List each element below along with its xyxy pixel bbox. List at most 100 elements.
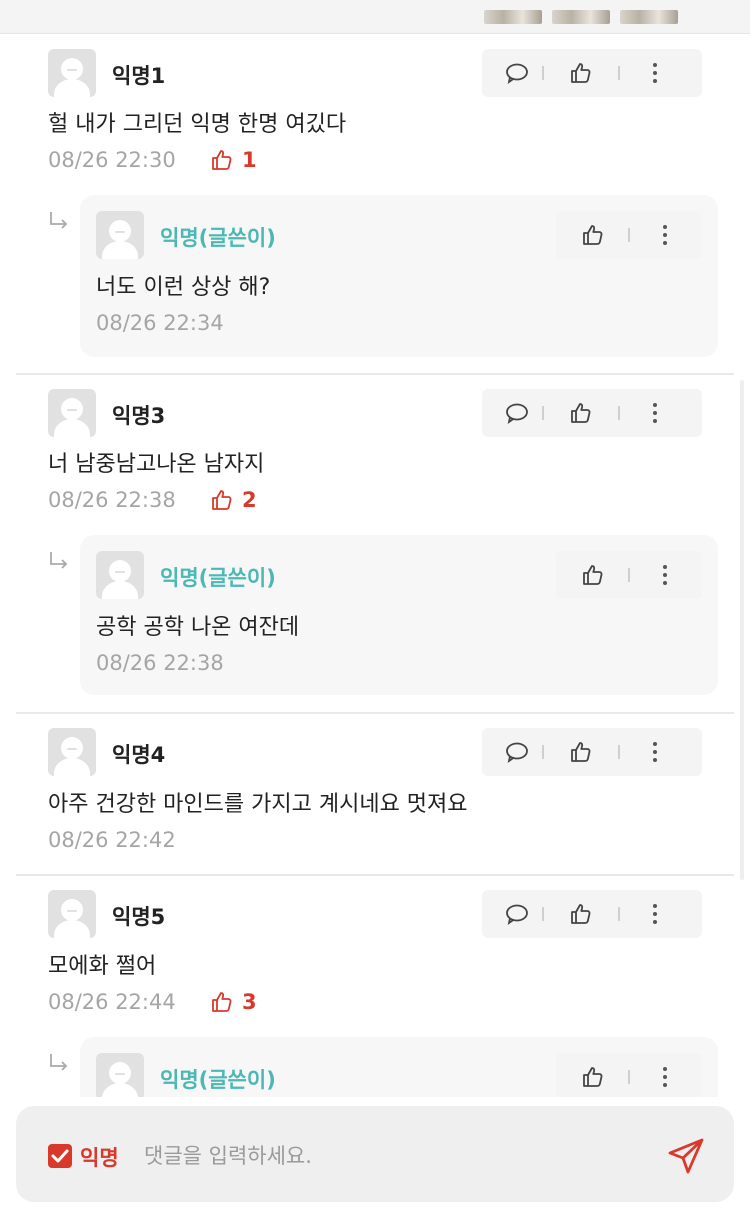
comment-text: 모에화 쩔어 bbox=[48, 954, 157, 979]
comment-author: 익명1 bbox=[112, 64, 166, 88]
divider bbox=[16, 712, 734, 714]
avatar bbox=[48, 49, 96, 97]
thumbs-up-icon bbox=[583, 565, 603, 585]
reply-time: 08/26 22:34 bbox=[96, 311, 224, 335]
more-vertical-icon bbox=[653, 63, 657, 83]
like-button[interactable] bbox=[568, 1053, 618, 1097]
avatar bbox=[48, 389, 96, 437]
like-count-value: 2 bbox=[242, 488, 257, 512]
reply-button[interactable] bbox=[492, 389, 542, 437]
like-count: 2 bbox=[210, 488, 257, 512]
divider bbox=[16, 874, 734, 876]
more-options-button[interactable] bbox=[640, 1053, 690, 1097]
comment-text: 너 남중남고나온 남자지 bbox=[48, 452, 265, 477]
comment-author: 익명4 bbox=[112, 743, 166, 767]
anonymous-label[interactable]: 익명 bbox=[80, 1142, 119, 1172]
comment-text: 아주 건강한 마인드를 가지고 계시네요 멋져요 bbox=[48, 792, 468, 817]
thumbs-up-icon bbox=[571, 742, 591, 762]
scrollbar[interactable] bbox=[740, 380, 744, 880]
like-count-value: 3 bbox=[242, 990, 257, 1014]
image-thumbnail[interactable] bbox=[484, 10, 542, 24]
comment-actions bbox=[482, 49, 702, 97]
more-options-button[interactable] bbox=[630, 49, 680, 97]
like-button[interactable] bbox=[556, 890, 606, 938]
like-count: 3 bbox=[210, 990, 257, 1014]
reply-actions bbox=[556, 1053, 702, 1097]
avatar bbox=[96, 211, 144, 259]
reply-arrow-icon bbox=[50, 552, 68, 569]
divider bbox=[16, 373, 734, 375]
previous-content-strip bbox=[0, 0, 750, 34]
more-options-button[interactable] bbox=[630, 728, 680, 776]
more-options-button[interactable] bbox=[630, 890, 680, 938]
more-vertical-icon bbox=[663, 225, 667, 245]
like-button[interactable] bbox=[568, 211, 618, 259]
reply-text: 공학 공학 나온 여잔데 bbox=[96, 615, 300, 640]
comment-icon bbox=[506, 403, 528, 424]
reply-card: 익명(글쓴이) 공학 공학 나온 여잔데 08/26 22:38 bbox=[80, 535, 718, 695]
comment-time: 08/26 22:38 bbox=[48, 488, 176, 512]
more-vertical-icon bbox=[663, 1067, 667, 1087]
more-options-button[interactable] bbox=[640, 551, 690, 599]
send-icon bbox=[668, 1138, 704, 1174]
comment-composer: 익명 bbox=[16, 1106, 734, 1202]
thumbs-up-icon bbox=[212, 150, 232, 170]
image-thumbnail[interactable] bbox=[620, 10, 678, 24]
comment-actions bbox=[482, 890, 702, 938]
comment-input[interactable] bbox=[144, 1136, 624, 1176]
comment-icon bbox=[506, 63, 528, 84]
comment-time: 08/26 22:30 bbox=[48, 148, 176, 172]
reply-button[interactable] bbox=[492, 890, 542, 938]
more-vertical-icon bbox=[653, 742, 657, 762]
thumbs-up-icon bbox=[571, 904, 591, 924]
like-button[interactable] bbox=[556, 389, 606, 437]
thumbs-up-icon bbox=[212, 490, 232, 510]
reply-button[interactable] bbox=[492, 49, 542, 97]
more-vertical-icon bbox=[653, 403, 657, 423]
reply-card: 익명(글쓴이) bbox=[80, 1037, 718, 1097]
send-button[interactable] bbox=[662, 1132, 710, 1180]
more-options-button[interactable] bbox=[640, 211, 690, 259]
reply-arrow-icon bbox=[50, 212, 68, 229]
avatar bbox=[96, 1053, 144, 1097]
reply-actions bbox=[556, 551, 702, 599]
thumbs-up-icon bbox=[212, 992, 232, 1012]
avatar bbox=[48, 890, 96, 938]
comment-text: 헐 내가 그리던 익명 한명 여깄다 bbox=[48, 112, 347, 137]
thumbs-up-icon bbox=[583, 1067, 603, 1087]
reply-arrow-icon bbox=[50, 1054, 68, 1071]
like-count-value: 1 bbox=[242, 148, 257, 172]
reply-time: 08/26 22:38 bbox=[96, 651, 224, 675]
more-options-button[interactable] bbox=[630, 389, 680, 437]
more-vertical-icon bbox=[653, 904, 657, 924]
thumbs-up-icon bbox=[583, 225, 603, 245]
comment-icon bbox=[506, 904, 528, 925]
reply-card: 익명(글쓴이) 너도 이런 상상 해? 08/26 22:34 bbox=[80, 195, 718, 357]
comment-icon bbox=[506, 742, 528, 763]
reply-author: 익명(글쓴이) bbox=[160, 566, 276, 590]
comment-thread-screen: 익명1 헐 내가 그리던 익명 한명 여깄다 08/26 22:30 1 익명(… bbox=[0, 0, 750, 1218]
checkmark-icon bbox=[51, 1149, 69, 1163]
comment-time: 08/26 22:42 bbox=[48, 828, 176, 852]
comment-actions bbox=[482, 389, 702, 437]
thumbs-up-icon bbox=[571, 63, 591, 83]
like-button[interactable] bbox=[568, 551, 618, 599]
reply-text: 너도 이런 상상 해? bbox=[96, 275, 271, 300]
comment-author: 익명3 bbox=[112, 404, 166, 428]
thumbs-up-icon bbox=[571, 403, 591, 423]
comment-time: 08/26 22:44 bbox=[48, 990, 176, 1014]
comment-actions bbox=[482, 728, 702, 776]
image-thumbnail[interactable] bbox=[552, 10, 610, 24]
like-button[interactable] bbox=[556, 728, 606, 776]
avatar bbox=[96, 551, 144, 599]
comment-author: 익명5 bbox=[112, 905, 166, 929]
anonymous-checkbox[interactable] bbox=[48, 1144, 72, 1168]
more-vertical-icon bbox=[663, 565, 667, 585]
reply-author: 익명(글쓴이) bbox=[160, 226, 276, 250]
reply-button[interactable] bbox=[492, 728, 542, 776]
reply-author: 익명(글쓴이) bbox=[160, 1068, 276, 1092]
avatar bbox=[48, 728, 96, 776]
like-count: 1 bbox=[210, 148, 257, 172]
reply-actions bbox=[556, 211, 702, 259]
like-button[interactable] bbox=[556, 49, 606, 97]
